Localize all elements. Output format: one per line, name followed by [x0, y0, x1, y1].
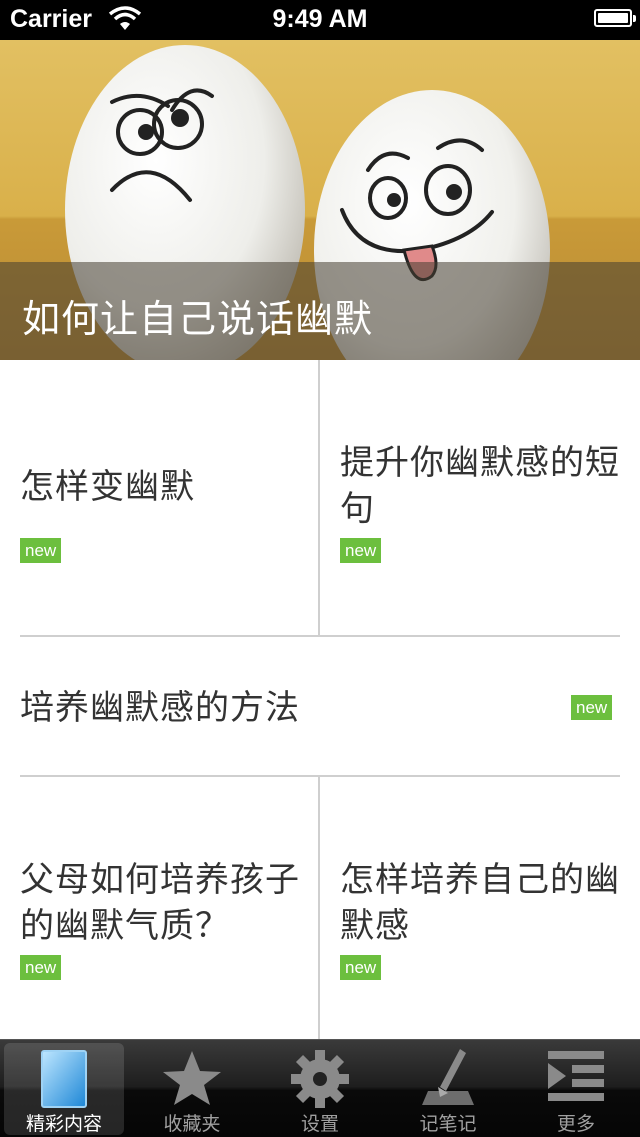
hero-title: 如何让自己说话幽默 — [22, 297, 374, 341]
tab-label: 收藏夹 — [163, 1113, 221, 1135]
tab-label: 精彩内容 — [25, 1113, 102, 1135]
new-badge: new — [571, 695, 613, 720]
article-title: 怎样变幽默 — [20, 467, 195, 507]
hero-banner[interactable]: 如何让自己说话幽默 — [0, 40, 640, 360]
article-title: 提升你幽默感的短句 — [340, 443, 620, 529]
status-bar: Carrier 9:49 AM — [0, 0, 640, 40]
tab-label: 记笔记 — [419, 1113, 477, 1135]
new-badge: new — [340, 955, 382, 980]
pen-icon — [422, 1049, 474, 1105]
battery-icon — [594, 9, 636, 27]
tab-content[interactable]: 精彩内容 — [4, 1043, 124, 1135]
tab-more[interactable]: 更多 — [516, 1043, 636, 1135]
star-icon — [163, 1051, 221, 1105]
article-item[interactable]: 提升你幽默感的短句 new — [320, 360, 640, 635]
article-title: 父母如何培养孩子的幽默气质？ — [20, 860, 300, 946]
more-list-icon — [548, 1051, 604, 1101]
new-badge: new — [20, 955, 62, 980]
status-time: 9:49 AM — [272, 5, 368, 33]
tab-bar: 精彩内容 收藏夹 设置 记笔记 更多 — [0, 1039, 640, 1137]
article-item[interactable]: 培养幽默感的方法 new — [0, 637, 640, 775]
tab-settings[interactable]: 设置 — [260, 1043, 380, 1135]
article-title: 怎样培养自己的幽默感 — [340, 860, 620, 946]
article-item[interactable]: 父母如何培养孩子的幽默气质？ new — [0, 777, 318, 1039]
tab-favorites[interactable]: 收藏夹 — [132, 1043, 252, 1135]
gear-icon — [291, 1050, 349, 1108]
tab-label: 更多 — [556, 1113, 595, 1135]
tab-notes[interactable]: 记笔记 — [388, 1043, 508, 1135]
article-item[interactable]: 怎样培养自己的幽默感 new — [320, 777, 640, 1039]
article-title: 培养幽默感的方法 — [20, 688, 300, 728]
content-icon — [41, 1050, 87, 1108]
article-item[interactable]: 怎样变幽默 new — [0, 360, 318, 635]
new-badge: new — [20, 538, 62, 563]
new-badge: new — [340, 538, 382, 563]
tab-label: 设置 — [300, 1113, 339, 1135]
